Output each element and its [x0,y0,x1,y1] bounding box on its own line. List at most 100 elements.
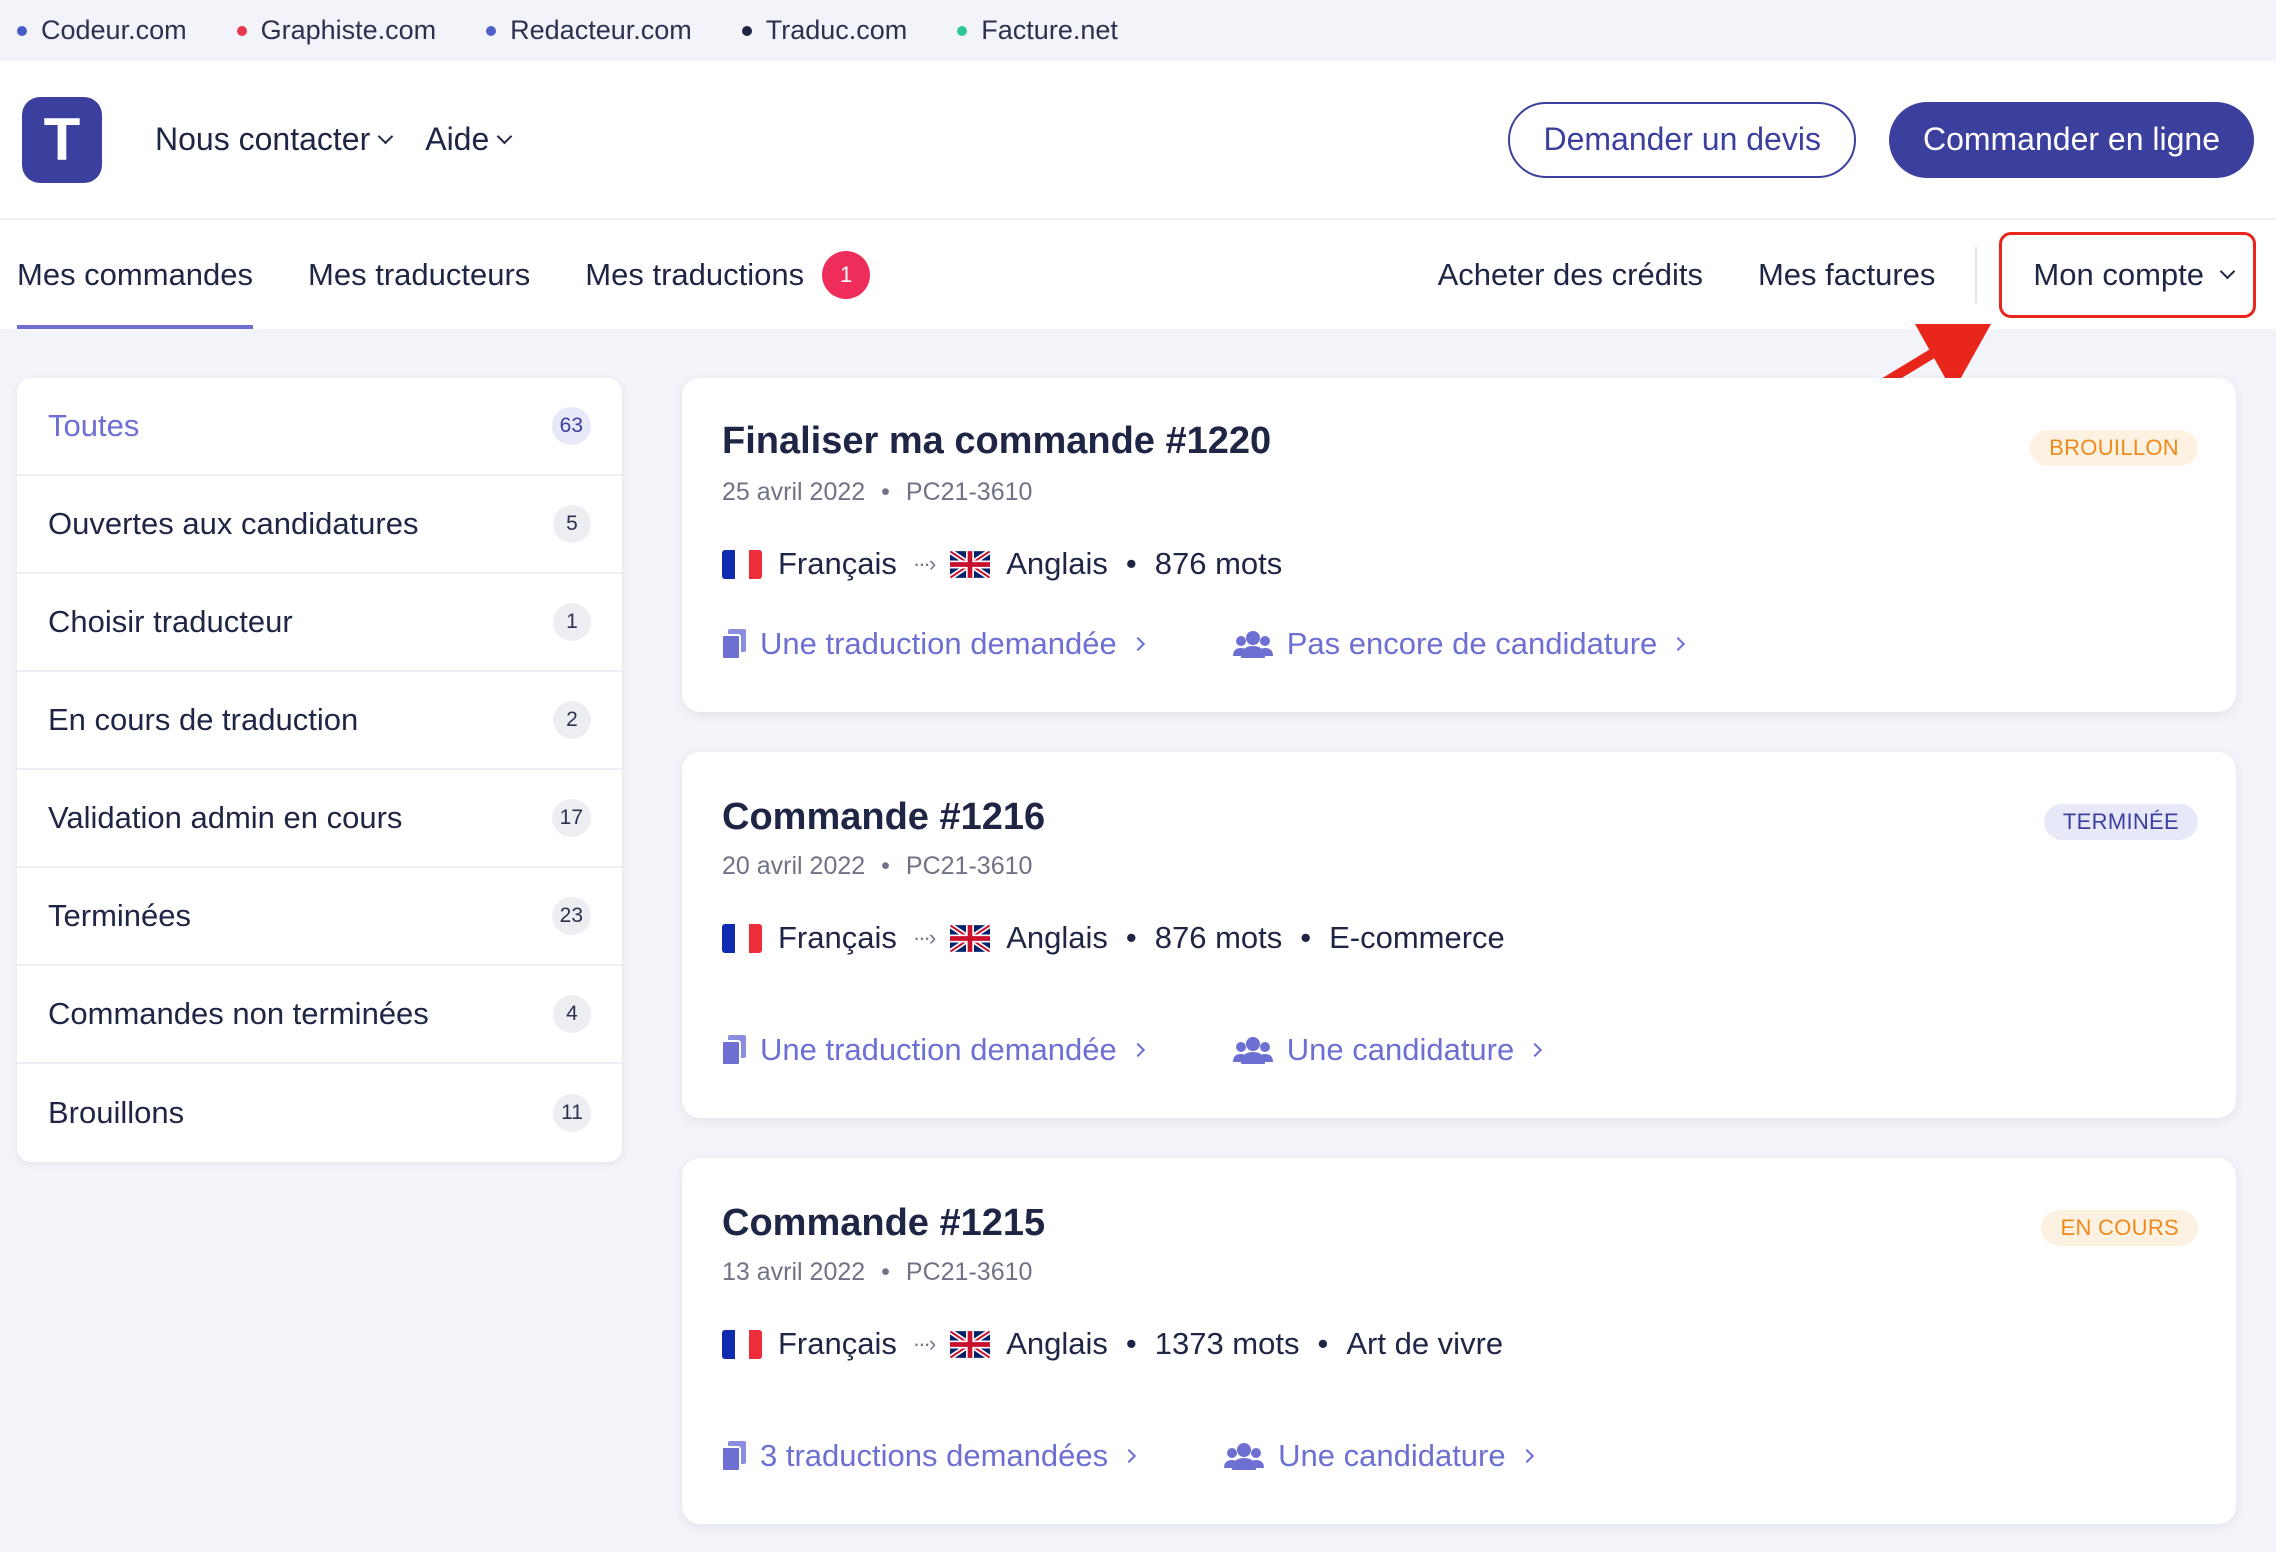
uk-flag-icon [950,1329,991,1359]
tab-buy-credits[interactable]: Acheter des crédits [1438,220,1703,329]
order-category: E-commerce [1329,920,1505,955]
network-link-redacteur[interactable]: Redacteur.com [486,15,692,46]
filter-non-terminees[interactable]: Commandes non terminées 4 [17,966,622,1064]
count-badge: 11 [553,1094,591,1132]
users-icon [1224,1442,1265,1470]
arrow-right-icon: ···› [912,1331,936,1356]
applications-link[interactable]: Une candidature [1232,1032,1543,1068]
users-icon [1232,1036,1273,1064]
chevron-right-icon [1519,1448,1534,1464]
network-link-facture[interactable]: Facture.net [957,15,1118,46]
status-badge: EN COURS [2041,1210,2198,1246]
order-meta: 13 avril 2022 • PC21-3610 [722,1258,1033,1286]
filter-en-cours[interactable]: En cours de traduction 2 [17,672,622,770]
france-flag-icon [722,1329,762,1359]
count-badge: 4 [553,995,591,1033]
count-badge: 5 [553,505,591,543]
order-category: Art de vivre [1346,1326,1504,1361]
order-title[interactable]: Commande #1215 [722,1202,1045,1245]
uk-flag-icon [950,549,991,579]
order-meta: 25 avril 2022 • PC21-3610 [722,478,1033,506]
nav-divider [1975,246,1978,303]
request-quote-button[interactable]: Demander un devis [1508,101,1856,178]
source-language: Français [778,546,897,581]
source-language: Français [778,920,897,955]
filter-validation-admin[interactable]: Validation admin en cours 17 [17,770,622,868]
arrow-right-icon: ···› [912,551,936,576]
language-row: Français ···› Anglais • 876 mots [722,546,1282,582]
order-online-button[interactable]: Commander en ligne [1888,101,2254,178]
help-menu[interactable]: Aide [425,121,513,158]
chevron-right-icon [1671,636,1686,652]
traduc-logo[interactable]: T [22,96,102,183]
users-icon [1232,630,1273,658]
france-flag-icon [722,549,762,579]
applications-link[interactable]: Pas encore de candidature [1232,626,1686,662]
documents-icon [722,629,746,659]
count-badge: 1 [553,603,591,641]
translations-link[interactable]: 3 traductions demandées [722,1438,1137,1474]
network-link-codeur[interactable]: Codeur.com [17,15,187,46]
filter-choisir-traducteur[interactable]: Choisir traducteur 1 [17,574,622,672]
chevron-down-icon [377,128,394,145]
order-card[interactable]: Finaliser ma commande #1220 BROUILLON 25… [682,378,2236,712]
account-menu[interactable]: Mon compte [1999,231,2256,318]
arrow-right-icon: ···› [912,925,936,950]
dot-icon [17,25,27,36]
order-ref: PC21-3610 [905,852,1033,880]
chevron-down-icon [2219,263,2236,280]
order-date: 13 avril 2022 [722,1258,866,1286]
chevron-right-icon [1528,1042,1543,1058]
count-badge: 2 [553,701,591,739]
notification-badge: 1 [822,250,871,299]
order-ref: PC21-3610 [905,478,1033,506]
chevron-down-icon [496,128,513,145]
france-flag-icon [722,923,762,953]
uk-flag-icon [950,923,991,953]
site-header: T Nous contacter Aide Demander un devis … [0,61,2276,218]
order-date: 20 avril 2022 [722,852,866,880]
status-badge: BROUILLON [2030,430,2198,466]
target-language: Anglais [1006,546,1108,581]
word-count: 876 mots [1154,920,1283,955]
order-ref: PC21-3610 [905,1258,1033,1286]
order-meta: 20 avril 2022 • PC21-3610 [722,852,1033,880]
order-card[interactable]: Commande #1215 EN COURS 13 avril 2022 • PC… [682,1158,2236,1524]
network-link-traduc[interactable]: Traduc.com [741,15,907,46]
chevron-right-icon [1130,1042,1145,1058]
applications-link[interactable]: Une candidature [1224,1438,1534,1474]
language-row: Français ···› Anglais • 1373 mots • Art … [722,1326,1503,1362]
order-date: 25 avril 2022 [722,478,866,506]
network-bar: Codeur.com Graphiste.com Redacteur.com T… [0,0,2276,61]
contact-menu[interactable]: Nous contacter [155,121,394,158]
network-link-graphiste[interactable]: Graphiste.com [236,15,436,46]
order-card[interactable]: Commande #1216 TERMINÉE 20 avril 2022 • PC… [682,752,2236,1118]
order-links: Une traduction demandée Pas encore de ca… [722,626,1686,662]
count-badge: 63 [551,407,591,445]
filter-brouillons[interactable]: Brouillons 11 [17,1064,622,1162]
order-links: Une traduction demandée Une candidature [722,1032,1543,1068]
documents-icon [722,1035,746,1065]
translations-link[interactable]: Une traduction demandée [722,626,1145,662]
filter-terminees[interactable]: Terminées 23 [17,868,622,966]
order-title[interactable]: Finaliser ma commande #1220 [722,420,1271,463]
order-filter-sidebar: Toutes 63 Ouvertes aux candidatures 5 Ch… [17,378,622,1162]
target-language: Anglais [1006,920,1108,955]
word-count: 1373 mots [1154,1326,1300,1361]
dot-icon [486,25,497,36]
dot-icon [957,25,968,36]
word-count: 876 mots [1154,546,1283,581]
dot-icon [741,25,752,36]
filter-ouvertes[interactable]: Ouvertes aux candidatures 5 [17,476,622,574]
filter-toutes[interactable]: Toutes 63 [17,378,622,476]
tab-mes-traductions[interactable]: Mes traductions 1 [585,220,871,329]
chevron-right-icon [1122,1448,1137,1464]
status-badge: TERMINÉE [2043,804,2198,840]
tab-mes-commandes[interactable]: Mes commandes [17,220,254,329]
order-title[interactable]: Commande #1216 [722,796,1045,839]
source-language: Français [778,1326,897,1361]
language-row: Français ···› Anglais • 876 mots • E-com… [722,920,1505,956]
translations-link[interactable]: Une traduction demandée [722,1032,1145,1068]
tab-mes-traducteurs[interactable]: Mes traducteurs [308,220,530,329]
chevron-right-icon [1130,636,1145,652]
